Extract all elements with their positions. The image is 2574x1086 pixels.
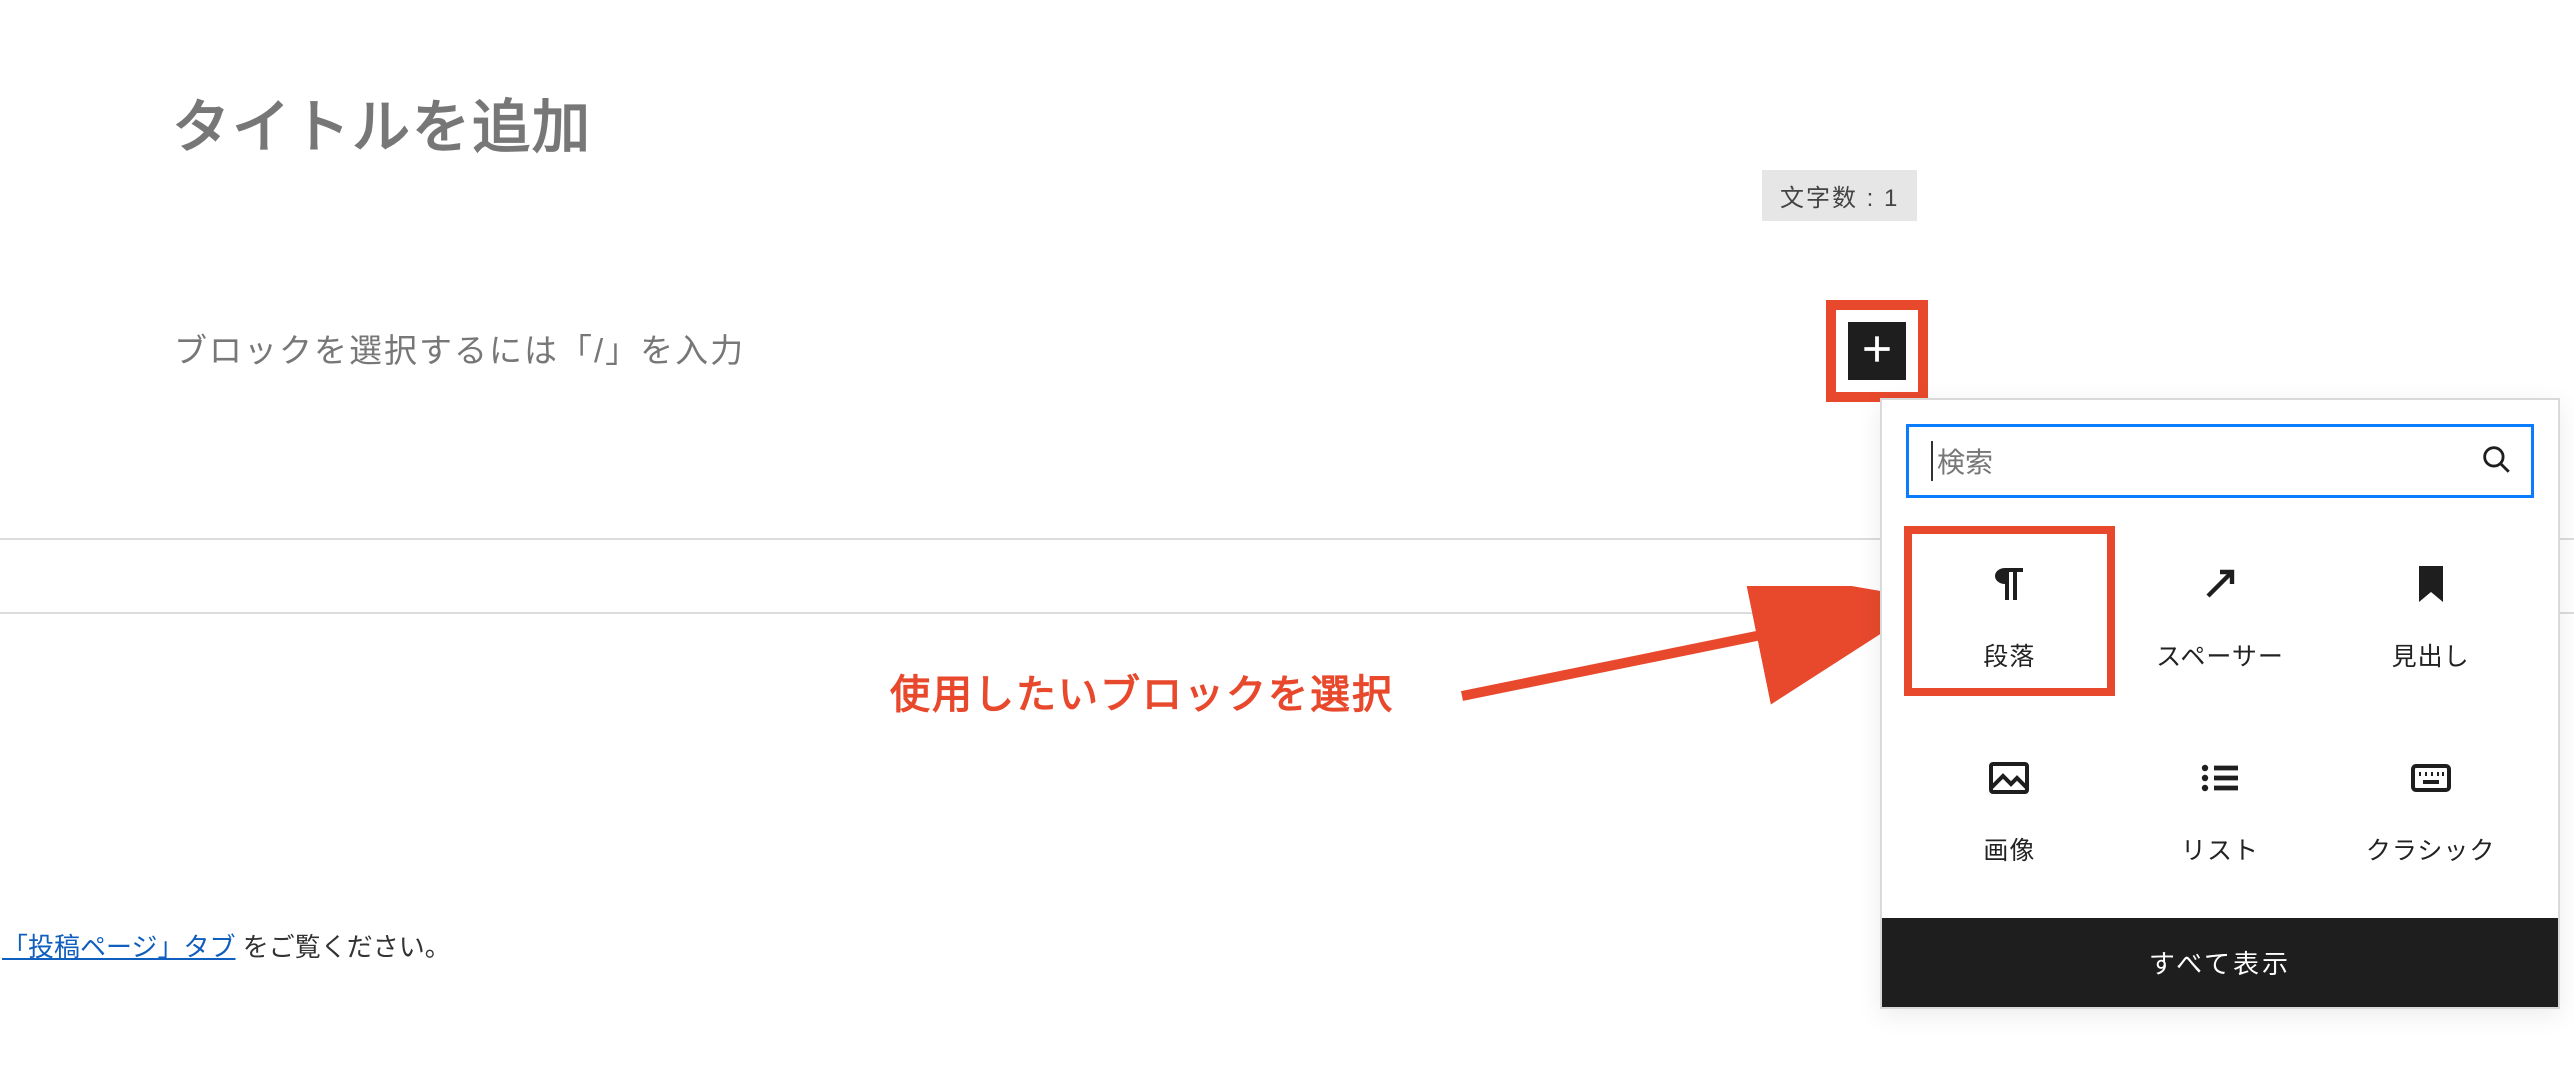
block-item-paragraph[interactable]: 段落 [1904, 526, 2115, 696]
annotation-arrow-icon [1454, 586, 1924, 726]
footer-help-text: 「投稿ページ」タブ をご覧ください。 [2, 927, 451, 964]
block-item-classic[interactable]: クラシック [2325, 720, 2536, 890]
search-wrap: 検索 [1882, 400, 2558, 514]
block-item-heading[interactable]: 見出し [2325, 526, 2536, 696]
image-icon [1985, 743, 2033, 813]
block-placeholder-text[interactable]: ブロックを選択するには「/」を入力 [174, 324, 745, 372]
block-item-list[interactable]: リスト [2115, 720, 2326, 890]
show-all-button[interactable]: すべて表示 [1882, 918, 2558, 1007]
block-item-label: クラシック [2366, 831, 2496, 867]
annotation-text: 使用したいブロックを選択 [890, 662, 1394, 720]
text-cursor [1931, 441, 1933, 481]
spacer-icon [2196, 549, 2244, 619]
search-icon [2479, 442, 2513, 481]
block-item-label: リスト [2181, 831, 2259, 867]
block-item-label: スペーサー [2156, 637, 2284, 673]
add-block-button-highlight [1826, 300, 1928, 402]
block-inserter-panel: 検索 段落 スペ [1880, 398, 2560, 1009]
plus-icon [1858, 330, 1896, 373]
post-title-placeholder[interactable]: タイトルを追加 [172, 80, 592, 164]
char-count-badge: 文字数 : 1 [1762, 170, 1917, 221]
footer-suffix: をご覧ください。 [235, 932, 450, 962]
bookmark-icon [2407, 549, 2455, 619]
block-grid: 段落 スペーサー 見出し [1882, 514, 2558, 918]
footer-link[interactable]: 「投稿ページ」タブ [2, 932, 235, 962]
add-block-button[interactable] [1848, 322, 1906, 380]
block-item-label: 画像 [1983, 831, 2035, 867]
block-item-label: 見出し [2392, 637, 2470, 673]
paragraph-icon [1985, 549, 2033, 619]
block-item-label: 段落 [1983, 637, 2035, 673]
block-search-input[interactable]: 検索 [1906, 424, 2534, 498]
keyboard-icon [2407, 743, 2455, 813]
list-icon [2196, 743, 2244, 813]
block-item-image[interactable]: 画像 [1904, 720, 2115, 890]
block-item-spacer[interactable]: スペーサー [2115, 526, 2326, 696]
search-placeholder: 検索 [1937, 441, 2479, 481]
